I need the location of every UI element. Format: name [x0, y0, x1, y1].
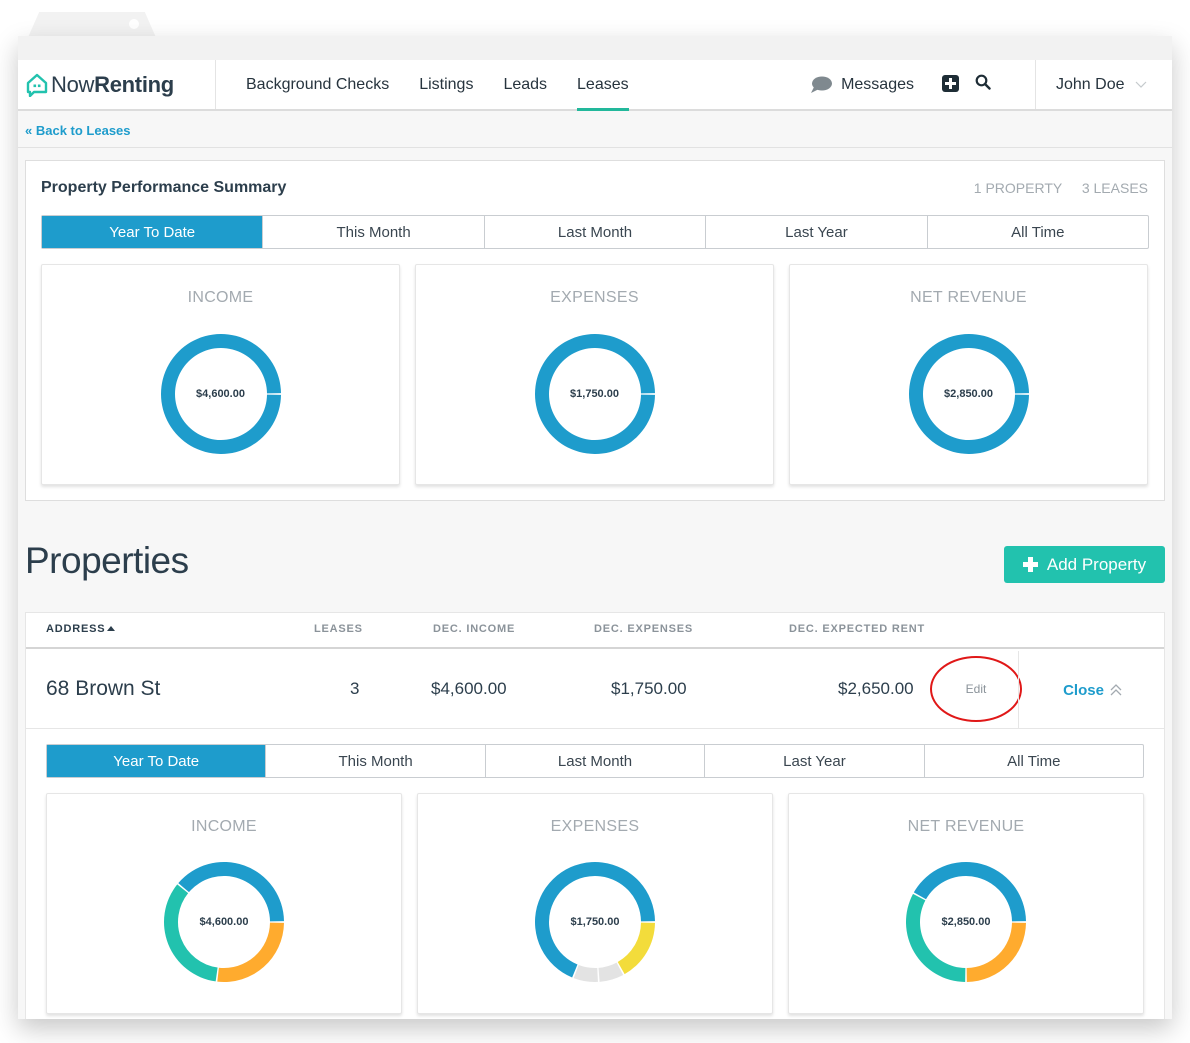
properties-heading: Properties — [25, 540, 189, 581]
lease-count-cell: 3 — [350, 679, 360, 698]
brand-logo[interactable]: NowRenting — [18, 60, 216, 109]
edit-cell: Edit — [930, 656, 1022, 722]
card-title: NET REVENUE — [910, 289, 1027, 306]
net-revenue-donut-chart: $2,850.00 — [907, 332, 1031, 456]
income-donut-chart: $4,600.00 — [159, 332, 283, 456]
back-to-leases-link[interactable]: « Back to Leases — [25, 123, 131, 138]
tab-this-month[interactable]: This Month — [262, 216, 483, 248]
card-title: EXPENSES — [550, 289, 639, 306]
card-title: NET REVENUE — [907, 818, 1025, 835]
column-header-leases[interactable]: LEASES — [314, 623, 363, 635]
summary-income-card: INCOME $4,600.00 — [41, 264, 400, 485]
summary-expenses-card: EXPENSES $1,750.00 — [415, 264, 774, 485]
summary-counts: 1 PROPERTY 3 LEASES — [958, 180, 1148, 196]
donut-center-value: $1,750.00 — [570, 916, 620, 928]
tab-last-year[interactable]: Last Year — [704, 745, 923, 777]
properties-table: ADDRESS LEASES DEC. INCOME DEC. EXPENSES… — [25, 612, 1165, 1019]
edit-button[interactable]: Edit — [930, 682, 1022, 696]
donut-center-value: $4,600.00 — [199, 916, 249, 928]
donut-center-value: $2,850.00 — [944, 388, 993, 400]
property-period-tabs: Year To Date This Month Last Month Last … — [46, 744, 1144, 778]
expected-rent-cell: $2,650.00 — [838, 679, 914, 698]
lease-count: 3 LEASES — [1081, 180, 1148, 196]
window-top-bar — [18, 36, 1172, 60]
card-title: INCOME — [191, 818, 257, 835]
income-donut-chart: $4,600.00 — [162, 860, 286, 984]
nav-listings[interactable]: Listings — [419, 60, 473, 109]
tab-this-month[interactable]: This Month — [265, 745, 484, 777]
house-chat-icon — [26, 73, 48, 97]
column-header-expenses[interactable]: DEC. EXPENSES — [594, 623, 693, 635]
nav-background-checks[interactable]: Background Checks — [246, 60, 389, 109]
main-nav: Background Checks Listings Leads Leases — [246, 60, 659, 111]
donut-center-value: $2,850.00 — [941, 916, 991, 928]
sort-ascending-icon — [107, 626, 116, 631]
nav-leases[interactable]: Leases — [577, 60, 629, 111]
chevron-down-icon — [1135, 81, 1146, 88]
card-title: EXPENSES — [550, 818, 640, 835]
summary-title: Property Performance Summary — [41, 179, 287, 196]
tab-last-month[interactable]: Last Month — [484, 745, 704, 777]
add-property-button[interactable]: Add Property — [1004, 546, 1165, 583]
property-net-revenue-card: NET REVENUE $2,850.00 — [788, 793, 1144, 1014]
property-expenses-card: EXPENSES $1,750.00 — [417, 793, 773, 1014]
close-row-button[interactable]: Close — [1018, 651, 1166, 729]
add-new-button[interactable] — [942, 75, 959, 92]
property-performance-summary: Property Performance Summary 1 PROPERTY … — [25, 160, 1165, 501]
summary-net-revenue-card: NET REVENUE $2,850.00 — [789, 264, 1148, 485]
brand-name: NowRenting — [51, 71, 174, 97]
user-name: John Doe — [1056, 75, 1125, 93]
column-header-address[interactable]: ADDRESS — [46, 623, 116, 635]
table-row[interactable]: 68 Brown St 3 $4,600.00 $1,750.00 $2,650… — [26, 651, 1164, 729]
tab-all-time[interactable]: All Time — [923, 745, 1143, 777]
column-header-income[interactable]: DEC. INCOME — [433, 623, 515, 635]
search-icon[interactable] — [975, 74, 991, 90]
income-cell: $4,600.00 — [431, 679, 507, 698]
app-window: NowRenting Background Checks Listings Le… — [18, 36, 1172, 1019]
property-address[interactable]: 68 Brown St — [46, 677, 160, 701]
speech-bubble-icon — [811, 76, 833, 93]
card-title: INCOME — [187, 289, 254, 306]
messages-link[interactable]: Messages — [810, 76, 914, 94]
plus-icon — [1022, 557, 1038, 572]
tab-last-month[interactable]: Last Month — [483, 216, 705, 248]
breadcrumb-bar: « Back to Leases — [18, 113, 1172, 148]
expenses-donut-chart: $1,750.00 — [533, 860, 657, 984]
user-menu[interactable]: John Doe — [1035, 60, 1172, 109]
expenses-cell: $1,750.00 — [611, 679, 687, 698]
top-navbar: NowRenting Background Checks Listings Le… — [18, 60, 1172, 111]
nav-actions: Messages John Doe — [810, 60, 1172, 109]
expenses-donut-chart: $1,750.00 — [533, 332, 657, 456]
tab-indicator-dot — [129, 19, 139, 29]
donut-center-value: $4,600.00 — [196, 388, 245, 400]
property-income-card: INCOME $4,600.00 — [46, 793, 402, 1014]
tab-year-to-date[interactable]: Year To Date — [47, 745, 266, 777]
table-header: ADDRESS LEASES DEC. INCOME DEC. EXPENSES… — [26, 613, 1164, 649]
nav-leads[interactable]: Leads — [503, 60, 547, 109]
close-label: Close — [1063, 681, 1104, 699]
messages-label: Messages — [841, 75, 914, 93]
tab-last-year[interactable]: Last Year — [705, 216, 926, 248]
tab-all-time[interactable]: All Time — [926, 216, 1148, 248]
add-property-label: Add Property — [1046, 554, 1147, 574]
donut-center-value: $1,750.00 — [570, 388, 619, 400]
double-chevron-up-icon — [1110, 684, 1122, 696]
summary-period-tabs: Year To Date This Month Last Month Last … — [41, 215, 1149, 249]
property-count: 1 PROPERTY — [973, 180, 1062, 196]
column-header-expected-rent[interactable]: DEC. EXPECTED RENT — [789, 623, 925, 635]
net-revenue-donut-chart: $2,850.00 — [904, 860, 1028, 984]
tab-year-to-date[interactable]: Year To Date — [42, 216, 263, 248]
